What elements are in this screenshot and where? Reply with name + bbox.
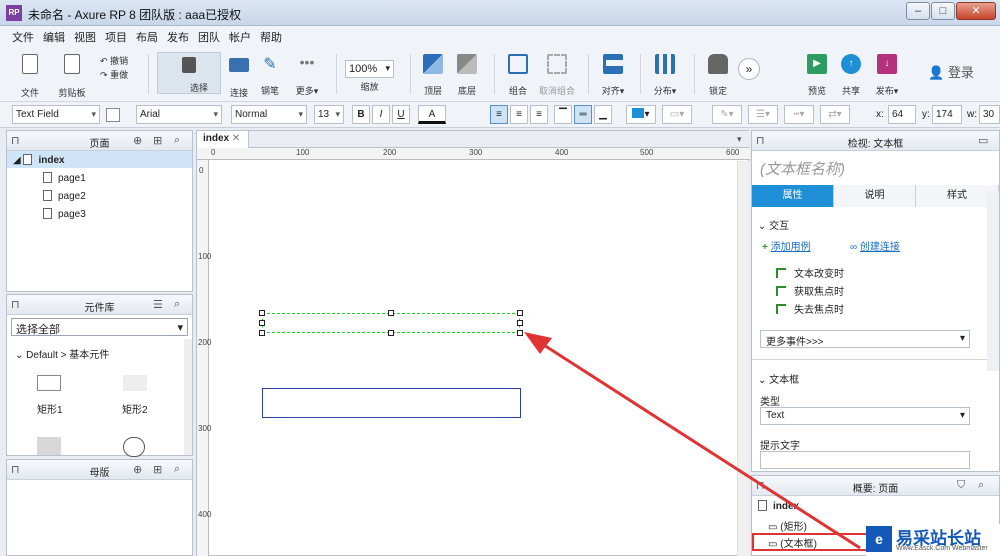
watermark-logo-icon: e xyxy=(866,526,892,552)
arrow-line xyxy=(535,338,861,550)
annotation-arrow xyxy=(524,332,861,550)
arrow-head xyxy=(524,332,552,354)
watermark-url: Www.Easck.Com Webmaster xyxy=(896,545,988,552)
watermark: e 易采站长站 Www.Easck.Com Webmaster xyxy=(866,524,1000,556)
